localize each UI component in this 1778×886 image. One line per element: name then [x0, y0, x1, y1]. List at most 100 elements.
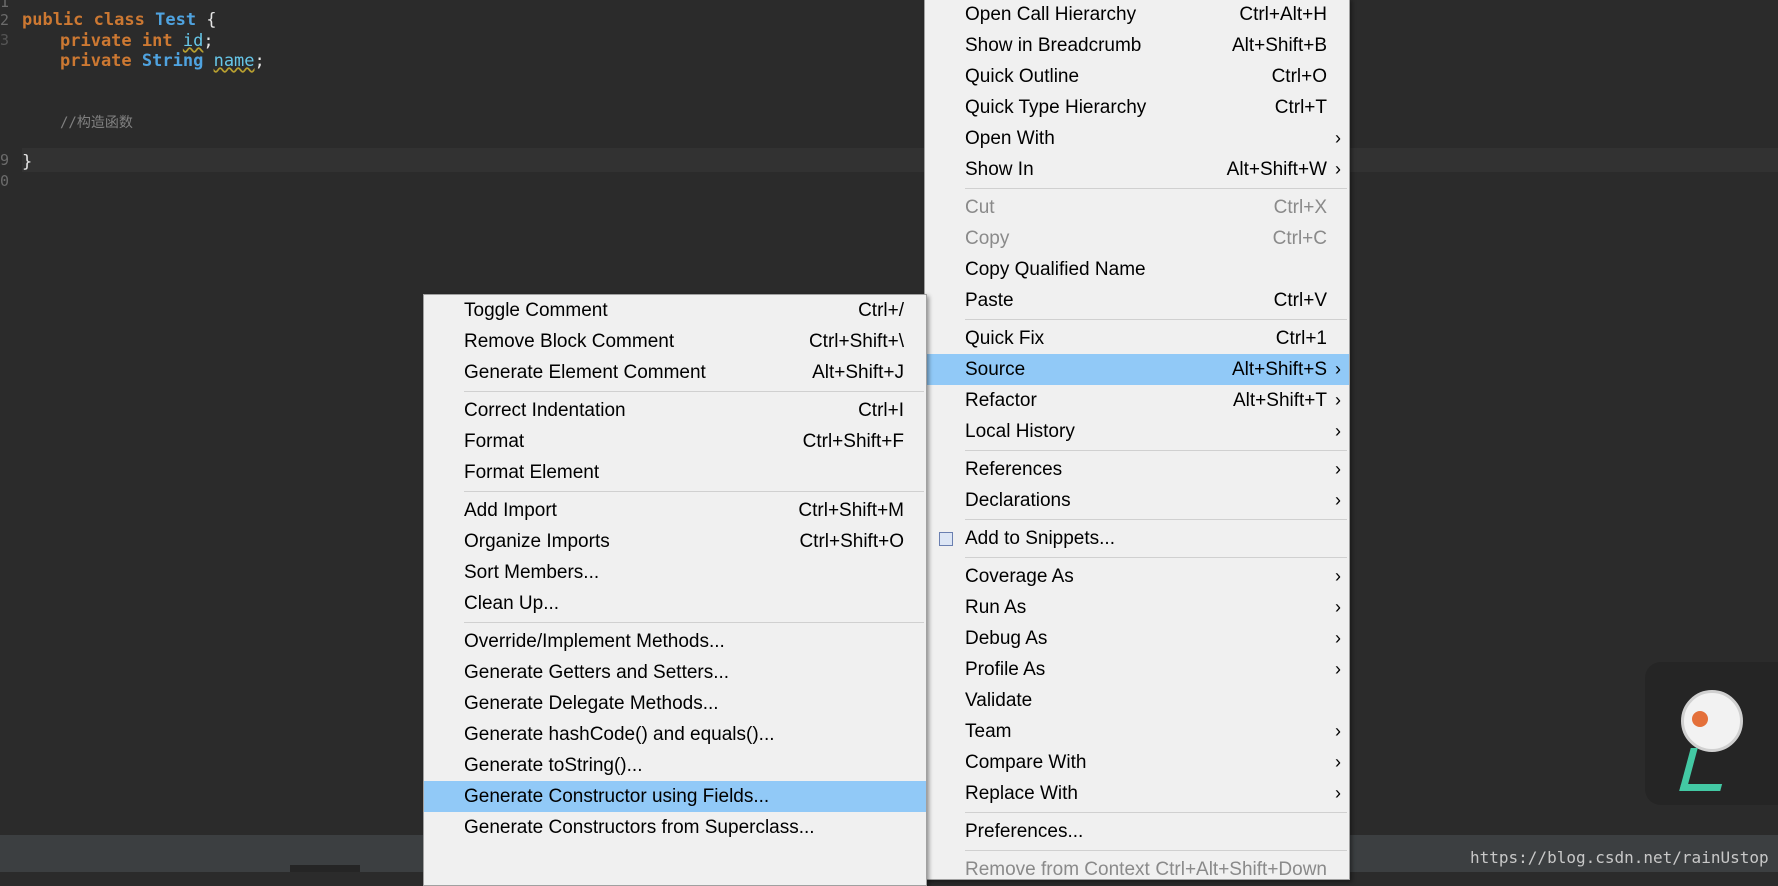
menu-item-quick-type-hierarchy[interactable]: Quick Type Hierarchy Ctrl+T	[925, 92, 1349, 123]
mascot-head-icon	[1681, 690, 1743, 752]
menu-item-debug-as[interactable]: Debug As ›	[925, 623, 1349, 654]
menu-item-generate-constructor-using-fields[interactable]: Generate Constructor using Fields...	[424, 781, 926, 812]
menu-item-correct-indentation[interactable]: Correct Indentation Ctrl+I	[424, 395, 926, 426]
menu-item-label: Add Import	[464, 500, 557, 521]
menu-item-replace-with[interactable]: Replace With ›	[925, 778, 1349, 809]
menu-item-team[interactable]: Team ›	[925, 716, 1349, 747]
submenu-arrow-icon: ›	[1335, 659, 1341, 679]
mascot-body-icon	[1679, 748, 1732, 791]
menu-item-label: Quick Fix	[965, 328, 1045, 349]
menu-item-show-in[interactable]: Show In Alt+Shift+W ›	[925, 154, 1349, 185]
menu-item-shortcut: Alt+Shift+S	[1231, 359, 1327, 380]
type-name: int	[141, 31, 173, 51]
menu-item-label: Profile As	[965, 659, 1046, 680]
menu-item-show-in-breadcrumb[interactable]: Show in Breadcrumb Alt+Shift+B	[925, 30, 1349, 61]
current-line-highlight	[22, 148, 1778, 172]
menu-item-add-import[interactable]: Add Import Ctrl+Shift+M	[424, 495, 926, 526]
source-submenu: Toggle Comment Ctrl+/ Remove Block Comment…	[423, 294, 927, 886]
menu-item-declarations[interactable]: Declarations ›	[925, 485, 1349, 516]
menu-item-source[interactable]: Source Alt+Shift+S ›	[925, 354, 1349, 385]
menu-item-label: Quick Outline	[965, 66, 1080, 87]
menu-separator	[965, 812, 1347, 813]
submenu-arrow-icon: ›	[1335, 566, 1341, 586]
code-line-closing-brace[interactable]: }	[22, 151, 32, 173]
menu-item-shortcut: Ctrl+Shift+\	[808, 331, 904, 352]
menu-item-open-call-hierarchy[interactable]: Open Call Hierarchy Ctrl+Alt+H	[925, 0, 1349, 30]
menu-item-shortcut: Ctrl+I	[858, 400, 904, 421]
menu-item-toggle-comment[interactable]: Toggle Comment Ctrl+/	[424, 295, 926, 326]
menu-item-profile-as[interactable]: Profile As ›	[925, 654, 1349, 685]
menu-item-quick-fix[interactable]: Quick Fix Ctrl+1	[925, 323, 1349, 354]
menu-separator	[965, 557, 1347, 558]
menu-item-validate[interactable]: Validate	[925, 685, 1349, 716]
code-line-comment[interactable]: //构造函数	[60, 111, 133, 134]
menu-item-format-element[interactable]: Format Element	[424, 457, 926, 488]
menu-item-preferences[interactable]: Preferences...	[925, 816, 1349, 847]
menu-item-quick-outline[interactable]: Quick Outline Ctrl+O	[925, 61, 1349, 92]
menu-item-local-history[interactable]: Local History ›	[925, 416, 1349, 447]
menu-item-shortcut: Ctrl+C	[1272, 228, 1327, 249]
menu-item-shortcut: Ctrl+T	[1274, 97, 1327, 118]
menu-item-label: Format Element	[464, 462, 600, 483]
menu-item-copy[interactable]: Copy Ctrl+C	[925, 223, 1349, 254]
submenu-arrow-icon: ›	[1335, 597, 1341, 617]
submenu-arrow-icon: ›	[1335, 390, 1341, 410]
menu-item-shortcut: Ctrl+Alt+H	[1239, 4, 1327, 25]
menu-item-cut[interactable]: Cut Ctrl+X	[925, 192, 1349, 223]
menu-item-paste[interactable]: Paste Ctrl+V	[925, 285, 1349, 316]
keyword: private	[60, 31, 132, 51]
code-line-field-id[interactable]: private int id;	[60, 30, 214, 52]
comment: //构造函数	[60, 115, 133, 131]
menu-item-generate-getters-and-setters[interactable]: Generate Getters and Setters...	[424, 657, 926, 688]
menu-item-generate-tostring[interactable]: Generate toString()...	[424, 750, 926, 781]
menu-item-run-as[interactable]: Run As ›	[925, 592, 1349, 623]
menu-item-generate-constructors-from-superclass[interactable]: Generate Constructors from Superclass...	[424, 812, 926, 843]
code-line-class-decl[interactable]: public class Test {	[22, 9, 217, 31]
brace: {	[196, 10, 217, 30]
menu-item-shortcut: Ctrl+X	[1273, 197, 1327, 218]
menu-item-label: Generate Element Comment	[464, 362, 706, 383]
menu-item-remove-block-comment[interactable]: Remove Block Comment Ctrl+Shift+\	[424, 326, 926, 357]
menu-item-remove-from-context[interactable]: Remove from Context Ctrl+Alt+Shift+Down	[925, 854, 1349, 885]
menu-item-clean-up[interactable]: Clean Up...	[424, 588, 926, 619]
menu-item-copy-qualified-name[interactable]: Copy Qualified Name	[925, 254, 1349, 285]
menu-item-label: Toggle Comment	[464, 300, 608, 321]
menu-item-label: Copy	[965, 228, 1010, 249]
menu-item-label: Format	[464, 431, 525, 452]
menu-item-shortcut: Ctrl+V	[1273, 290, 1327, 311]
menu-item-label: Sort Members...	[464, 562, 600, 583]
code-line-field-name[interactable]: private String name;	[60, 50, 265, 72]
menu-item-coverage-as[interactable]: Coverage As ›	[925, 561, 1349, 592]
menu-item-generate-delegate-methods[interactable]: Generate Delegate Methods...	[424, 688, 926, 719]
menu-item-label: Validate	[965, 690, 1033, 711]
menu-item-refactor[interactable]: Refactor Alt+Shift+T ›	[925, 385, 1349, 416]
menu-item-label: Paste	[965, 290, 1014, 311]
menu-item-compare-with[interactable]: Compare With ›	[925, 747, 1349, 778]
menu-item-label: Team	[965, 721, 1012, 742]
menu-item-generate-hashcode-and-equals[interactable]: Generate hashCode() and equals()...	[424, 719, 926, 750]
line-number-gutter: 1 2 3 9 0	[0, 0, 14, 835]
submenu-arrow-icon: ›	[1335, 721, 1341, 741]
line-number: 9	[0, 151, 10, 169]
menu-item-open-with[interactable]: Open With ›	[925, 123, 1349, 154]
menu-item-shortcut: Ctrl+Alt+Shift+Down	[1155, 859, 1327, 880]
menu-item-organize-imports[interactable]: Organize Imports Ctrl+Shift+O	[424, 526, 926, 557]
menu-item-label: Copy Qualified Name	[965, 259, 1146, 280]
menu-item-references[interactable]: References ›	[925, 454, 1349, 485]
menu-item-generate-element-comment[interactable]: Generate Element Comment Alt+Shift+J	[424, 357, 926, 388]
menu-item-label: References	[965, 459, 1063, 480]
menu-item-format[interactable]: Format Ctrl+Shift+F	[424, 426, 926, 457]
menu-item-label: Source	[965, 359, 1026, 380]
floating-assistant-widget[interactable]	[1645, 662, 1778, 805]
snippet-icon	[939, 532, 953, 546]
submenu-arrow-icon: ›	[1335, 421, 1341, 441]
menu-item-override-implement-methods[interactable]: Override/Implement Methods...	[424, 626, 926, 657]
menu-separator	[464, 622, 924, 623]
menu-item-label: Generate Getters and Setters...	[464, 662, 730, 683]
menu-item-sort-members[interactable]: Sort Members...	[424, 557, 926, 588]
menu-item-label: Open With	[965, 128, 1055, 149]
menu-item-add-to-snippets[interactable]: Add to Snippets...	[925, 523, 1349, 554]
menu-item-label: Generate Constructor using Fields...	[464, 786, 770, 807]
submenu-arrow-icon: ›	[1335, 359, 1341, 379]
submenu-arrow-icon: ›	[1335, 159, 1341, 179]
